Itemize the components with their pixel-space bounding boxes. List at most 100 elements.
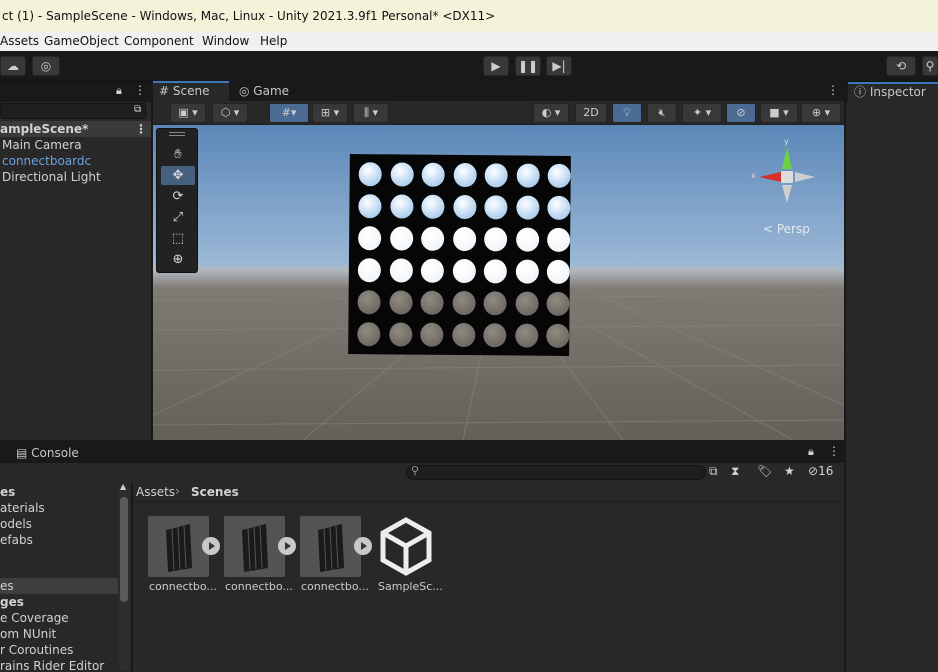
- scale-tool-button[interactable]: ⤢: [161, 208, 195, 227]
- gizmo-y-label: y: [784, 137, 789, 146]
- render-mode-dropdown[interactable]: ◐ ▾: [533, 103, 569, 123]
- gizmo-y-axis[interactable]: [782, 147, 792, 169]
- board-hole: [453, 162, 477, 188]
- board-hole: [452, 194, 477, 220]
- toggle-2d-button[interactable]: 2D: [575, 103, 607, 123]
- board-hole: [514, 323, 538, 348]
- kebab-menu-icon[interactable]: ⋮: [828, 444, 840, 458]
- bottom-tabbar: ▤ Console 🔒︎ ⋮: [0, 443, 844, 463]
- tree-item[interactable]: om NUnit: [0, 626, 56, 642]
- tree-scrollbar-thumb[interactable]: [120, 497, 128, 602]
- expand-asset-button[interactable]: [202, 537, 220, 555]
- hierarchy-item[interactable]: Directional Light: [0, 169, 101, 185]
- transform-tool-button[interactable]: ⊕: [161, 250, 195, 269]
- visibility-toggle[interactable]: ⊘: [726, 103, 756, 123]
- hierarchy-scene-row[interactable]: ampleScene* ⋮: [0, 121, 151, 137]
- search-button[interactable]: ⚲: [922, 56, 938, 76]
- rotate-tool-button[interactable]: ⟳: [161, 187, 195, 206]
- tree-item[interactable]: rains Rider Editor: [0, 658, 104, 672]
- tree-item[interactable]: es: [0, 484, 15, 500]
- scene-kebab-icon[interactable]: ⋮: [827, 83, 839, 97]
- tree-item[interactable]: odels: [0, 516, 32, 532]
- inspector-tabbar: ⓘ Inspector: [846, 82, 938, 102]
- scroll-up-icon[interactable]: ▲: [120, 482, 126, 491]
- kebab-menu-icon[interactable]: ⋮: [134, 83, 146, 97]
- asset-thumbnail-model[interactable]: [300, 516, 361, 577]
- rect-tool-button[interactable]: ⬚: [161, 229, 195, 248]
- asset-thumbnail-model[interactable]: [224, 516, 285, 577]
- tab-inspector[interactable]: ⓘ Inspector: [848, 82, 938, 102]
- board-hole: [388, 322, 412, 347]
- gizmo-neg-y[interactable]: [782, 185, 792, 203]
- hierarchy-item[interactable]: connectboardc: [0, 153, 91, 169]
- breadcrumb-scenes[interactable]: Scenes: [191, 485, 239, 499]
- hierarchy-item[interactable]: Main Camera: [0, 137, 82, 153]
- collab-button[interactable]: ◎: [32, 56, 60, 76]
- asset-thumbnail-model[interactable]: [148, 516, 209, 577]
- label-tag-icon[interactable]: 🏷︎: [757, 464, 772, 478]
- tree-item[interactable]: e Coverage: [0, 610, 69, 626]
- lighting-toggle[interactable]: 💡︎: [612, 103, 642, 123]
- audio-toggle[interactable]: 🔇︎: [647, 103, 677, 123]
- tree-item[interactable]: aterials: [0, 500, 45, 516]
- projection-label[interactable]: < Persp: [763, 222, 810, 236]
- expand-asset-button[interactable]: [278, 537, 296, 555]
- gizmo-center[interactable]: [781, 171, 793, 183]
- breadcrumb: Assets › Scenes: [133, 483, 844, 502]
- scene-kebab-icon[interactable]: ⋮: [135, 121, 147, 137]
- orientation-gizmo[interactable]: y x: [751, 137, 821, 213]
- tree-item-selected[interactable]: es: [0, 578, 118, 594]
- tree-item[interactable]: r Coroutines: [0, 642, 73, 658]
- effects-dropdown[interactable]: ✦ ▾: [682, 103, 722, 123]
- draw-mode-dropdown[interactable]: ▣ ▾: [170, 103, 206, 123]
- tab-scene[interactable]: # Scene: [153, 81, 229, 101]
- step-button[interactable]: ▶|: [546, 56, 572, 76]
- tree-item[interactable]: ges: [0, 594, 24, 610]
- camera-dropdown[interactable]: ■ ▾: [760, 103, 798, 123]
- increment-snap-button[interactable]: ⊞ ▾: [312, 103, 348, 123]
- board-hole: [390, 162, 414, 187]
- tab-game[interactable]: ◎ Game: [233, 81, 293, 101]
- cloud-button[interactable]: ☁: [0, 56, 26, 76]
- tree-scrollbar[interactable]: ▲: [119, 482, 129, 670]
- connect-board-model[interactable]: [348, 154, 571, 356]
- board-hole: [546, 323, 570, 348]
- gizmo-x-axis[interactable]: [759, 172, 781, 182]
- palette-handle[interactable]: [169, 132, 185, 136]
- gizmos-dropdown[interactable]: ⊕ ▾: [801, 103, 841, 123]
- menu-help[interactable]: Help: [260, 34, 287, 48]
- expand-asset-button[interactable]: [354, 537, 372, 555]
- lock-icon[interactable]: 🔒︎: [116, 84, 122, 98]
- board-hole: [358, 194, 382, 219]
- project-search-input[interactable]: ⚲: [406, 464, 706, 480]
- grid-snap-button[interactable]: #▾: [269, 103, 309, 123]
- menu-component[interactable]: Component: [124, 34, 194, 48]
- scene-viewport[interactable]: y x < Persp: [153, 125, 844, 440]
- tree-item[interactable]: efabs: [0, 532, 33, 548]
- menu-window[interactable]: Window: [202, 34, 249, 48]
- asset-thumbnail-scene[interactable]: [379, 516, 433, 577]
- lock-icon[interactable]: 🔒︎: [808, 445, 814, 459]
- hierarchy-tabbar: 🔒︎ ⋮: [0, 82, 151, 102]
- move-tool-button[interactable]: ✥: [161, 166, 195, 185]
- board-hole: [547, 227, 571, 252]
- menu-assets[interactable]: Assets: [0, 34, 39, 48]
- breadcrumb-assets[interactable]: Assets: [136, 485, 175, 499]
- hand-tool-button[interactable]: ✋︎: [161, 145, 195, 164]
- play-button[interactable]: ▶: [483, 56, 509, 76]
- history-button[interactable]: ⟲: [886, 56, 916, 76]
- filter-type-icon[interactable]: ⧗: [731, 464, 739, 479]
- tab-console[interactable]: ▤ Console: [10, 443, 80, 463]
- shading-dropdown[interactable]: ⬡ ▾: [212, 103, 248, 123]
- star-icon[interactable]: ★: [784, 464, 795, 478]
- search-options-icon[interactable]: ⧉: [134, 104, 141, 115]
- gizmo-neg-x[interactable]: [795, 172, 815, 182]
- hierarchy-search-input[interactable]: ⧉: [0, 103, 146, 119]
- window-title-bar: ct (1) - SampleScene - Windows, Mac, Lin…: [0, 0, 938, 32]
- hidden-packages-toggle[interactable]: ⊘16: [808, 464, 833, 478]
- board-hole: [484, 227, 508, 252]
- search-options-icon[interactable]: ⧉: [709, 464, 718, 479]
- pause-button[interactable]: ❚❚: [515, 56, 541, 76]
- align-button[interactable]: ⫼ ▾: [353, 103, 389, 123]
- menu-gameobject[interactable]: GameObject: [44, 34, 119, 48]
